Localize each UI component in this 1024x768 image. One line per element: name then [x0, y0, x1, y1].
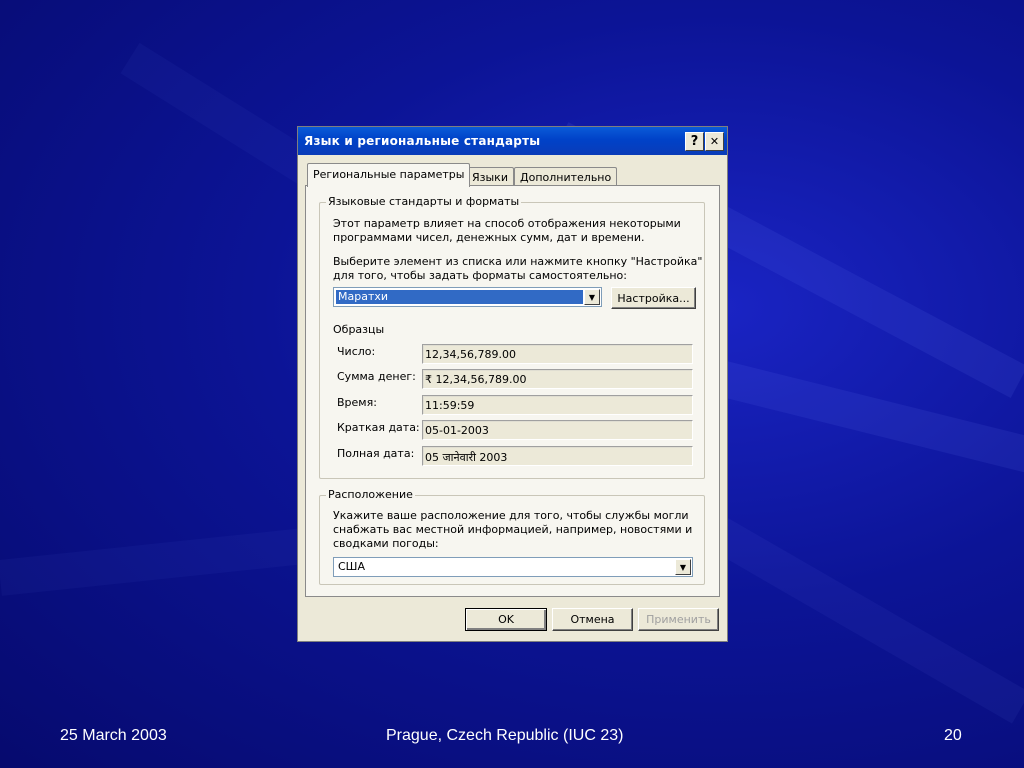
close-icon: ✕	[709, 135, 720, 148]
sample-long-date-field: 05 जानेवारी 2003	[422, 446, 693, 466]
location-group-legend: Расположение	[326, 488, 415, 501]
tab-advanced[interactable]: Дополнительно	[514, 167, 618, 187]
cancel-button[interactable]: Отмена	[552, 608, 633, 631]
ok-button-label: OK	[498, 613, 514, 626]
sample-number-field: 12,34,56,789.00	[422, 344, 693, 364]
customize-button-label: Настройка...	[617, 291, 690, 305]
ok-button[interactable]: OK	[465, 608, 547, 631]
sample-currency-field: ₹ 12,34,56,789.00	[422, 369, 693, 389]
standards-instruction: для того, чтобы задать форматы самостоят…	[333, 269, 627, 282]
tab-panel: Языковые стандарты и форматы Этот параме…	[305, 185, 720, 597]
standards-group: Языковые стандарты и форматы Этот параме…	[319, 195, 705, 479]
sample-label: Число:	[337, 345, 376, 358]
apply-button-label: Применить	[646, 613, 711, 626]
standards-description: Этот параметр влияет на способ отображен…	[333, 217, 681, 230]
sample-time-field: 11:59:59	[422, 395, 693, 415]
chevron-down-icon[interactable]: ▼	[675, 559, 691, 575]
footer-date: 25 March 2003	[60, 727, 167, 744]
tab-languages[interactable]: Языки	[466, 167, 514, 187]
cancel-button-label: Отмена	[570, 613, 615, 626]
location-description: сводками погоды:	[333, 537, 439, 550]
location-select[interactable]: США ▼	[333, 557, 693, 577]
locale-select-value: Маратхи	[336, 290, 583, 304]
dialog-title: Язык и региональные стандарты	[304, 134, 541, 148]
close-button[interactable]: ✕	[705, 132, 724, 151]
regional-settings-dialog: Язык и региональные стандарты ? ✕ Регион…	[297, 126, 728, 642]
chevron-down-icon[interactable]: ▼	[584, 289, 600, 305]
location-description: снабжать вас местной информацией, наприм…	[333, 523, 693, 536]
samples-heading: Образцы	[333, 323, 385, 336]
sample-short-date-field: 05-01-2003	[422, 420, 693, 440]
help-icon: ?	[690, 134, 699, 149]
help-button[interactable]: ?	[685, 132, 704, 151]
location-select-value: США	[338, 560, 365, 573]
dialog-titlebar[interactable]: Язык и региональные стандарты ? ✕	[298, 127, 727, 155]
standards-instruction: Выберите элемент из списка или нажмите к…	[333, 255, 703, 268]
location-description: Укажите ваше расположение для того, чтоб…	[333, 509, 689, 522]
footer-venue: Prague, Czech Republic (IUC 23)	[386, 727, 624, 744]
sample-label: Краткая дата:	[337, 421, 420, 434]
sample-label: Время:	[337, 396, 377, 409]
standards-description: программами чисел, денежных сумм, дат и …	[333, 231, 645, 244]
standards-group-legend: Языковые стандарты и форматы	[326, 195, 522, 208]
location-group: Расположение Укажите ваше расположение д…	[319, 488, 705, 585]
customize-button[interactable]: Настройка...	[611, 287, 696, 309]
locale-select[interactable]: Маратхи ▼	[333, 287, 602, 307]
sample-label: Сумма денег:	[337, 370, 416, 383]
tab-regional-options[interactable]: Региональные параметры	[307, 163, 471, 187]
sample-label: Полная дата:	[337, 447, 415, 460]
page-number: 20	[944, 727, 962, 744]
apply-button[interactable]: Применить	[638, 608, 719, 631]
